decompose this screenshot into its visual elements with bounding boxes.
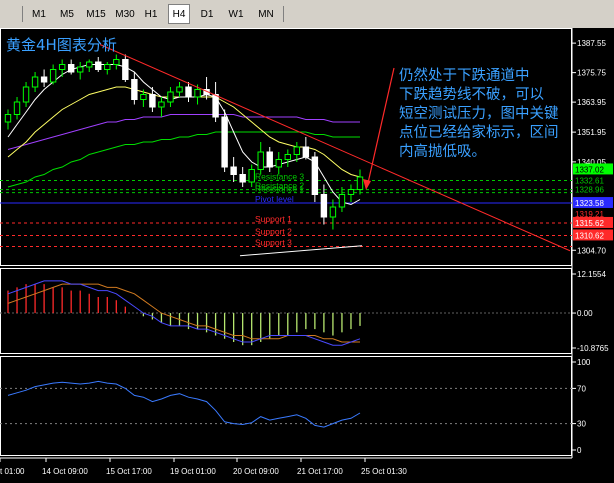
candle-body [221, 116, 228, 168]
candle-body [320, 194, 328, 218]
candle-body [4, 114, 12, 123]
timeframe-mn-button[interactable]: MN [254, 4, 278, 24]
price-level-tag-label: 1310.62 [575, 231, 604, 240]
candle-body [31, 76, 39, 88]
timeframe-m1-button[interactable]: M1 [28, 4, 50, 24]
candle-body [230, 166, 237, 175]
macd-tick-label: -10.8765 [577, 344, 609, 353]
candle-body [167, 91, 174, 103]
candle-body [239, 174, 246, 183]
candle-body [356, 176, 364, 190]
timeframe-h4-button[interactable]: H4 [168, 4, 190, 24]
rsi-tick-label: 70 [577, 384, 586, 393]
candle-body [248, 169, 255, 183]
level-label-support-2: Support 2 [255, 226, 292, 236]
candle-body [185, 86, 192, 98]
candle-body [22, 86, 30, 103]
candle-body [95, 61, 102, 70]
level-label-support-3: Support 3 [255, 238, 292, 248]
price-level-tag-label: 1328.96 [575, 186, 604, 195]
rsi-tick-label: 0 [577, 446, 582, 455]
candle-body [311, 156, 319, 195]
annotation-text: 内高抛低吸。 [399, 143, 486, 160]
price-tick-label: 1363.95 [577, 98, 606, 107]
candle-body [302, 146, 310, 158]
time-tick-label: 15 Oct 17:00 [106, 467, 152, 476]
price-level-tag-label: 1337.02 [575, 165, 604, 174]
candle-body [122, 59, 129, 80]
candle-body [158, 101, 165, 108]
time-tick-label: 21 Oct 17:00 [297, 467, 343, 476]
timeframe-toolbar: M1 M5 M15 M30 H1 H4 D1 W1 MN [0, 0, 614, 29]
level-label-resistance-1: Resistance 1 [255, 184, 304, 194]
price-level-tag-label: 1315.62 [575, 219, 604, 228]
annotation-text: 点位已经给家标示，区间 [399, 124, 559, 141]
time-tick-label: 20 Oct 09:00 [233, 467, 279, 476]
candle-body [86, 61, 93, 68]
candle-body [76, 66, 84, 73]
rsi-tick-label: 100 [577, 358, 591, 367]
candle-body [49, 69, 57, 83]
level-label-pivot-level: Pivot level [255, 194, 294, 204]
chart-title: 黄金4H图表分析 [6, 36, 117, 54]
candle-body [13, 101, 21, 115]
macd-tick-label: 12.1554 [577, 270, 606, 279]
chart-area[interactable]: 1387.551375.751363.951351.951340.051304.… [0, 28, 614, 483]
timeframe-w1-button[interactable]: W1 [225, 4, 247, 24]
candle-body [194, 89, 201, 98]
candle-body [284, 154, 292, 160]
candle-body [113, 59, 120, 65]
candle-body [347, 189, 355, 195]
candle-body [338, 194, 346, 208]
annotation-text: 短空测试压力，图中关键 [399, 105, 559, 122]
time-tick-label: ct 01:00 [0, 467, 25, 476]
price-axis-panel [572, 28, 614, 483]
candle-body [329, 206, 337, 218]
time-tick-label: 19 Oct 01:00 [170, 467, 216, 476]
annotation-text: 仍然处于下跌通道中 [399, 67, 530, 84]
candle-body [176, 86, 183, 93]
candle-body [149, 94, 156, 108]
price-level-tag-label: 1323.58 [575, 199, 604, 208]
rsi-tick-label: 30 [577, 420, 586, 429]
time-tick-label: 14 Oct 09:00 [42, 467, 88, 476]
timeframe-m30-button[interactable]: M30 [113, 4, 137, 24]
candle-body [131, 79, 138, 100]
candle-body [140, 94, 147, 100]
candle-body [257, 151, 264, 170]
candle-body [293, 146, 301, 155]
timeframe-m5-button[interactable]: M5 [56, 4, 78, 24]
candle-body [275, 159, 282, 168]
price-tick-label: 1304.70 [577, 246, 606, 255]
price-tick-label: 1351.95 [577, 128, 606, 137]
timeframe-d1-button[interactable]: D1 [196, 4, 218, 24]
price-tick-label: 1375.75 [577, 69, 606, 78]
toolbar-separator [22, 6, 23, 22]
time-tick-label: 25 Oct 01:30 [361, 467, 407, 476]
annotation-text: 下跌趋势线不破，可以 [399, 86, 544, 103]
price-tick-label: 1387.55 [577, 39, 606, 48]
candle-body [266, 151, 273, 168]
candle-body [212, 94, 219, 118]
candle-body [104, 64, 111, 70]
toolbar-separator [283, 6, 284, 22]
macd-tick-label: 0.00 [577, 309, 593, 318]
level-label-support-1: Support 1 [255, 214, 292, 224]
timeframe-m15-button[interactable]: M15 [84, 4, 108, 24]
candle-body [67, 64, 75, 73]
timeframe-h1-button[interactable]: H1 [141, 4, 161, 24]
candle-body [58, 64, 66, 70]
candle-body [40, 76, 48, 83]
